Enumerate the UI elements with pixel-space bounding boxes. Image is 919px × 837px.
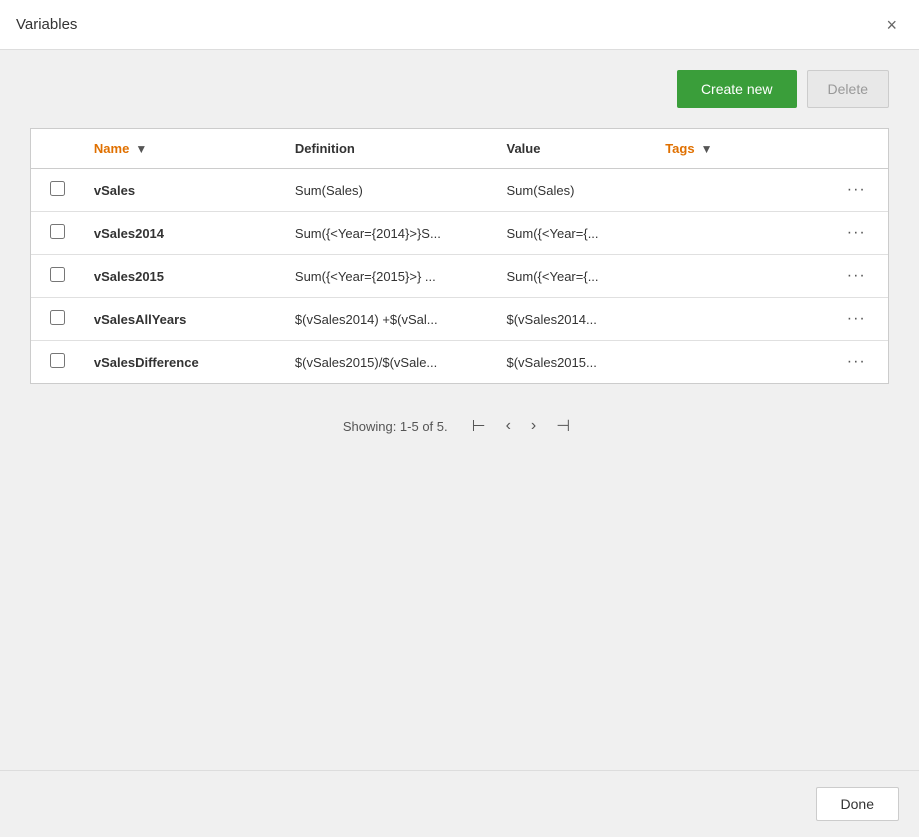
row-tags bbox=[655, 169, 824, 212]
row-name: vSalesDifference bbox=[84, 341, 285, 384]
tags-filter-icon[interactable]: ▼ bbox=[701, 142, 713, 156]
row-name: vSales2014 bbox=[84, 212, 285, 255]
prev-page-button[interactable]: ‹ bbox=[500, 415, 517, 437]
row-definition: Sum(Sales) bbox=[285, 169, 497, 212]
table-row: vSalesAllYears$(vSales2014) +$(vSal...$(… bbox=[31, 298, 888, 341]
row-tags bbox=[655, 298, 824, 341]
row-checkbox-cell bbox=[31, 212, 84, 255]
done-button[interactable]: Done bbox=[816, 787, 899, 821]
row-definition: Sum({<Year={2014}>}S... bbox=[285, 212, 497, 255]
row-action-cell: ··· bbox=[824, 212, 888, 255]
row-checkbox[interactable] bbox=[50, 267, 65, 282]
row-tags bbox=[655, 255, 824, 298]
header-action-col bbox=[824, 129, 888, 169]
header-tags-col: Tags ▼ bbox=[655, 129, 824, 169]
definition-col-label: Definition bbox=[295, 141, 355, 156]
toolbar: Create new Delete bbox=[30, 70, 889, 108]
row-definition: Sum({<Year={2015}>} ... bbox=[285, 255, 497, 298]
row-checkbox-cell bbox=[31, 169, 84, 212]
table-row: vSales2014Sum({<Year={2014}>}S...Sum({<Y… bbox=[31, 212, 888, 255]
row-tags bbox=[655, 212, 824, 255]
table-body: vSalesSum(Sales)Sum(Sales)···vSales2014S… bbox=[31, 169, 888, 384]
dialog-body: Create new Delete Name ▼ Def bbox=[0, 50, 919, 458]
table-row: vSalesSum(Sales)Sum(Sales)··· bbox=[31, 169, 888, 212]
table-row: vSalesDifference$(vSales2015)/$(vSale...… bbox=[31, 341, 888, 384]
delete-button[interactable]: Delete bbox=[807, 70, 889, 108]
row-checkbox[interactable] bbox=[50, 181, 65, 196]
row-definition: $(vSales2015)/$(vSale... bbox=[285, 341, 497, 384]
variables-dialog: Variables × Create new Delete Name ▼ bbox=[0, 0, 919, 837]
row-definition: $(vSales2014) +$(vSal... bbox=[285, 298, 497, 341]
header-value-col: Value bbox=[497, 129, 656, 169]
row-more-button[interactable]: ··· bbox=[847, 224, 866, 242]
header-checkbox-col bbox=[31, 129, 84, 169]
table-header-row: Name ▼ Definition Value Tags bbox=[31, 129, 888, 169]
row-value: $(vSales2014... bbox=[497, 298, 656, 341]
row-checkbox[interactable] bbox=[50, 310, 65, 325]
name-col-label: Name bbox=[94, 141, 129, 156]
row-name: vSalesAllYears bbox=[84, 298, 285, 341]
name-filter-icon[interactable]: ▼ bbox=[135, 142, 147, 156]
row-checkbox-cell bbox=[31, 341, 84, 384]
row-name: vSales2015 bbox=[84, 255, 285, 298]
next-page-button[interactable]: › bbox=[525, 415, 542, 437]
row-checkbox-cell bbox=[31, 255, 84, 298]
dialog-footer: Done bbox=[0, 770, 919, 837]
row-checkbox[interactable] bbox=[50, 353, 65, 368]
last-page-button[interactable]: ⊣ bbox=[550, 414, 576, 438]
table-row: vSales2015Sum({<Year={2015}>} ...Sum({<Y… bbox=[31, 255, 888, 298]
row-checkbox-cell bbox=[31, 298, 84, 341]
row-checkbox[interactable] bbox=[50, 224, 65, 239]
tags-col-label: Tags bbox=[665, 141, 694, 156]
row-value: Sum({<Year={... bbox=[497, 212, 656, 255]
variables-table-container: Name ▼ Definition Value Tags bbox=[30, 128, 889, 384]
close-button[interactable]: × bbox=[880, 14, 903, 36]
pagination-info: Showing: 1-5 of 5. bbox=[343, 419, 448, 434]
row-name: vSales bbox=[84, 169, 285, 212]
row-more-button[interactable]: ··· bbox=[847, 353, 866, 371]
row-action-cell: ··· bbox=[824, 298, 888, 341]
row-more-button[interactable]: ··· bbox=[847, 310, 866, 328]
value-col-label: Value bbox=[507, 141, 541, 156]
header-name-col: Name ▼ bbox=[84, 129, 285, 169]
row-action-cell: ··· bbox=[824, 169, 888, 212]
dialog-header: Variables × bbox=[0, 0, 919, 50]
variables-table: Name ▼ Definition Value Tags bbox=[31, 129, 888, 383]
create-new-button[interactable]: Create new bbox=[677, 70, 797, 108]
row-action-cell: ··· bbox=[824, 255, 888, 298]
row-more-button[interactable]: ··· bbox=[847, 267, 866, 285]
dialog-title: Variables bbox=[16, 16, 77, 33]
row-value: Sum({<Year={... bbox=[497, 255, 656, 298]
header-definition-col: Definition bbox=[285, 129, 497, 169]
row-value: Sum(Sales) bbox=[497, 169, 656, 212]
row-value: $(vSales2015... bbox=[497, 341, 656, 384]
row-action-cell: ··· bbox=[824, 341, 888, 384]
pagination: Showing: 1-5 of 5. ⊢ ‹ › ⊣ bbox=[30, 414, 889, 438]
first-page-button[interactable]: ⊢ bbox=[466, 414, 492, 438]
row-more-button[interactable]: ··· bbox=[847, 181, 866, 199]
row-tags bbox=[655, 341, 824, 384]
